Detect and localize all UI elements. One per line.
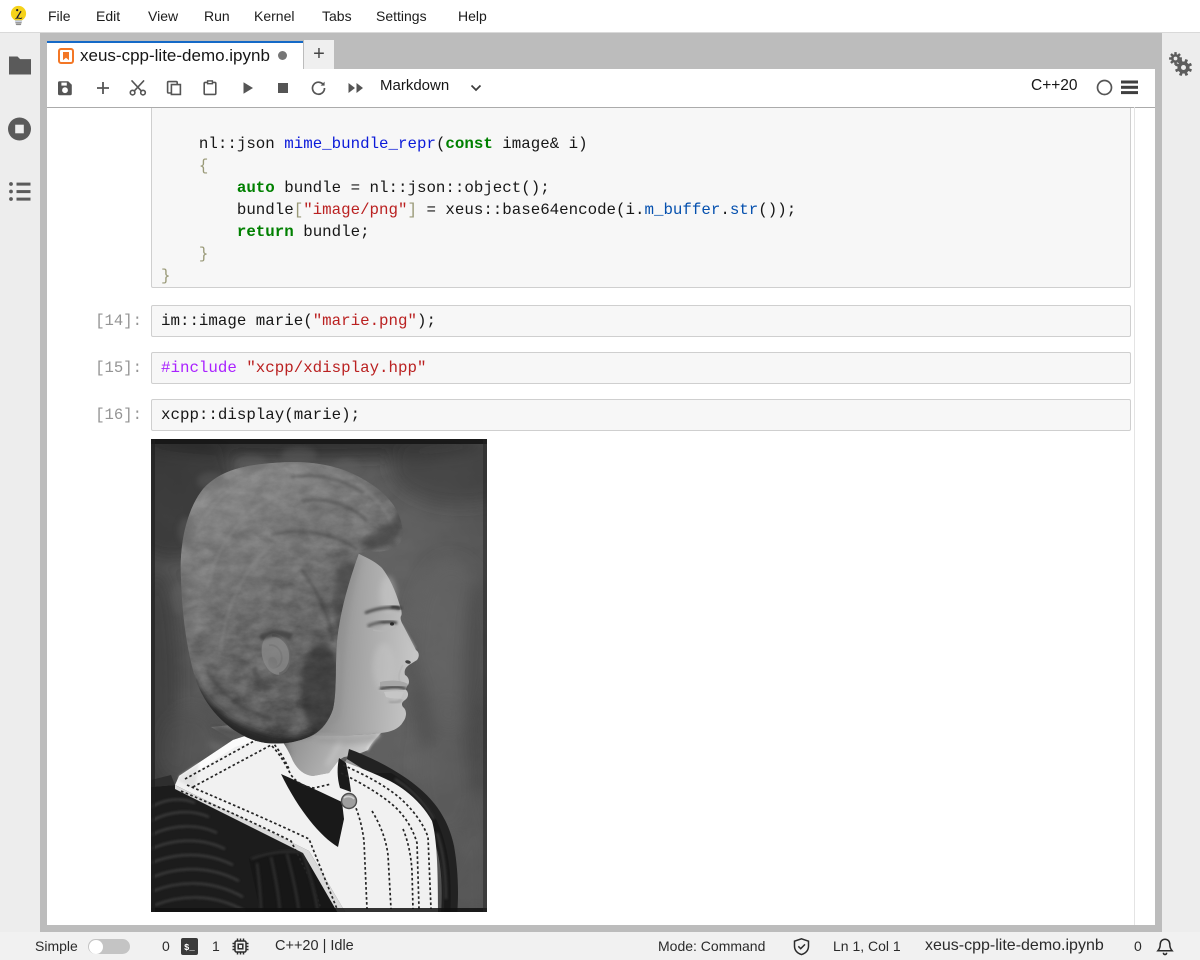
svg-text:$_: $_ (184, 943, 195, 953)
